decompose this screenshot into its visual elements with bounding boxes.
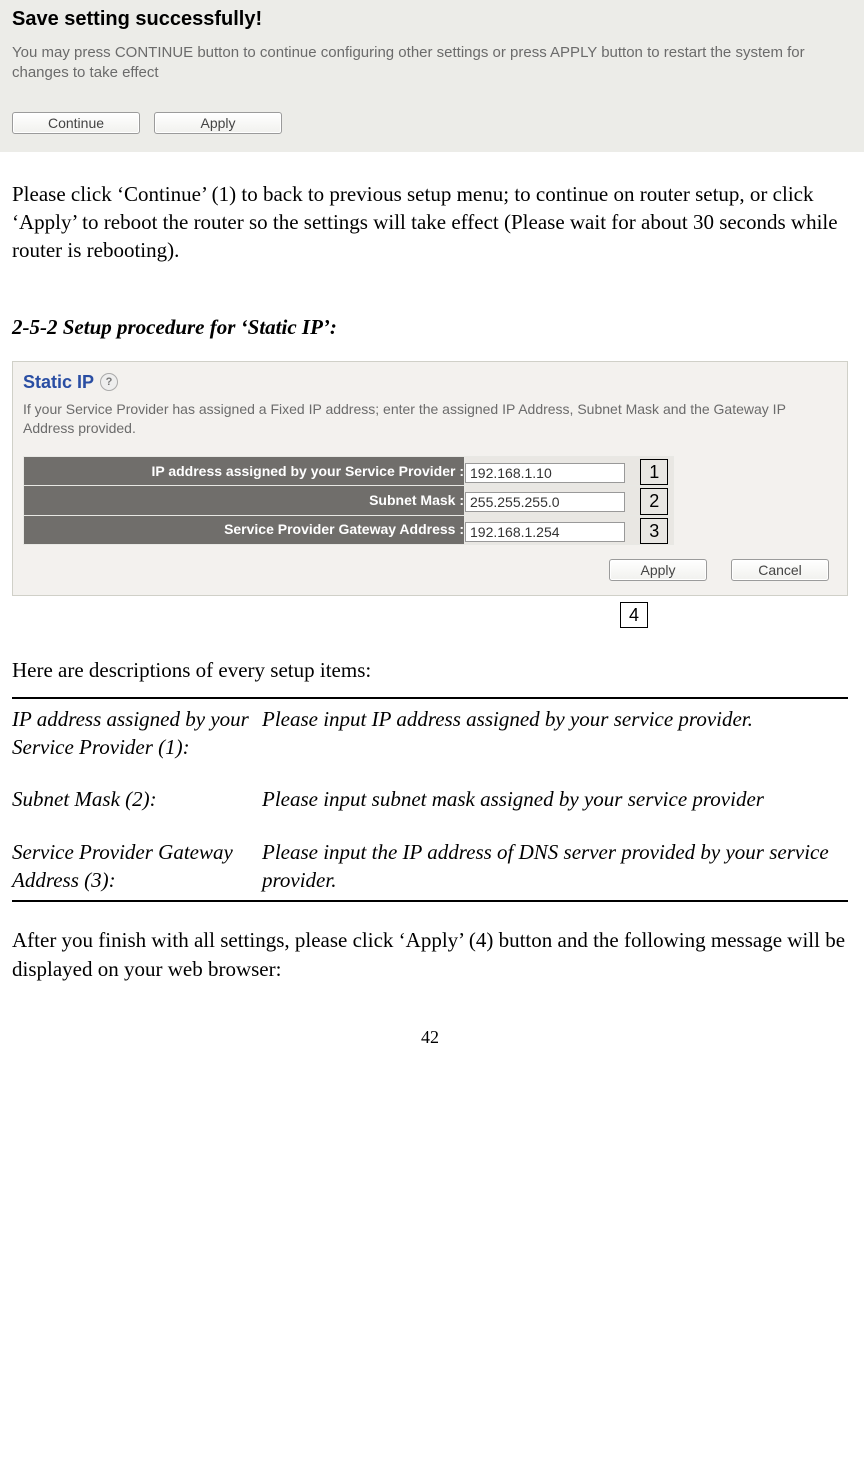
subnet-mask-label: Subnet Mask :: [24, 486, 465, 515]
desc-label-2: Subnet Mask (2):: [12, 767, 262, 819]
page-number: 42: [12, 1025, 848, 1049]
panel-title-row: Static IP ?: [23, 370, 837, 394]
dialog-body: You may press CONTINUE button to continu…: [12, 43, 854, 84]
gateway-label: Service Provider Gateway Address :: [24, 515, 465, 544]
callout-badge-1: 1: [640, 459, 668, 485]
callout-badge-3: 3: [640, 518, 668, 544]
subnet-mask-input[interactable]: [465, 492, 625, 512]
subnet-mask-cell: 2: [465, 486, 674, 515]
gateway-cell: 3: [465, 515, 674, 544]
panel-button-row: Apply Cancel: [23, 559, 837, 581]
callout-badge-4: 4: [620, 602, 648, 628]
ip-address-label: IP address assigned by your Service Prov…: [24, 456, 465, 485]
apply-button[interactable]: Apply: [154, 112, 282, 134]
panel-cancel-button[interactable]: Cancel: [731, 559, 829, 581]
table-row: Service Provider Gateway Address : 3: [24, 515, 674, 544]
table-row: IP address assigned by your Service Prov…: [24, 456, 674, 485]
desc-text-3: Please input the IP address of DNS serve…: [262, 820, 848, 902]
callout-4-row: 4: [12, 600, 848, 628]
desc-text-2: Please input subnet mask assigned by you…: [262, 767, 848, 819]
panel-title: Static IP: [23, 370, 94, 394]
continue-button[interactable]: Continue: [12, 112, 140, 134]
dialog-button-row: Continue Apply: [12, 112, 854, 134]
table-row: Service Provider Gateway Address (3): Pl…: [12, 820, 848, 902]
section-heading: 2-5-2 Setup procedure for ‘Static IP’:: [12, 313, 848, 341]
ip-address-cell: 1: [465, 456, 674, 485]
after-paragraph: After you finish with all settings, plea…: [12, 926, 848, 983]
desc-label-1: IP address assigned by your Service Prov…: [12, 698, 262, 768]
paragraph-continue-apply: Please click ‘Continue’ (1) to back to p…: [12, 180, 848, 265]
panel-apply-button[interactable]: Apply: [609, 559, 707, 581]
save-dialog: Save setting successfully! You may press…: [0, 0, 864, 152]
dialog-title: Save setting successfully!: [12, 6, 854, 33]
static-ip-form: IP address assigned by your Service Prov…: [23, 456, 674, 545]
desc-text-1: Please input IP address assigned by your…: [262, 698, 848, 768]
table-row: Subnet Mask : 2: [24, 486, 674, 515]
panel-description: If your Service Provider has assigned a …: [23, 400, 837, 438]
table-row: IP address assigned by your Service Prov…: [12, 698, 848, 768]
callout-badge-2: 2: [640, 488, 668, 514]
desc-label-3: Service Provider Gateway Address (3):: [12, 820, 262, 902]
static-ip-panel: Static IP ? If your Service Provider has…: [12, 361, 848, 596]
ip-address-input[interactable]: [465, 463, 625, 483]
descriptions-table: IP address assigned by your Service Prov…: [12, 697, 848, 903]
descriptions-intro: Here are descriptions of every setup ite…: [12, 656, 848, 684]
help-icon[interactable]: ?: [100, 373, 118, 391]
table-row: Subnet Mask (2): Please input subnet mas…: [12, 767, 848, 819]
gateway-input[interactable]: [465, 522, 625, 542]
